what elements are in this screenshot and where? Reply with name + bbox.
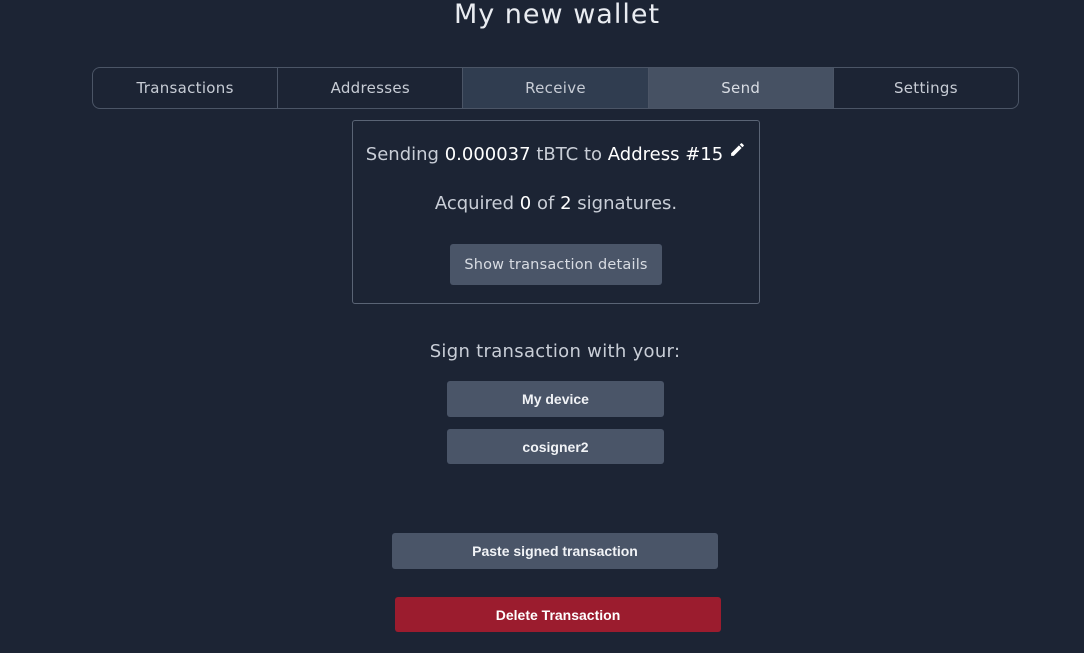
show-transaction-details-button[interactable]: Show transaction details (450, 244, 662, 285)
tab-receive[interactable]: Receive (463, 68, 649, 108)
delete-transaction-button[interactable]: Delete Transaction (395, 597, 721, 632)
tab-addresses[interactable]: Addresses (278, 68, 464, 108)
sending-summary: Sending 0.000037 tBTC to Address #15 (353, 141, 759, 165)
page-title: My new wallet (453, 0, 661, 30)
tab-settings[interactable]: Settings (834, 68, 1018, 108)
tab-transactions[interactable]: Transactions (93, 68, 279, 108)
sending-prefix: Sending (365, 144, 439, 165)
sign-with-label: Sign transaction with your: (429, 341, 681, 362)
amount-value: 0.000037 (444, 144, 531, 165)
acquired-count: 0 (519, 193, 532, 214)
signatures-word: signatures. (577, 193, 678, 214)
acquired-prefix: Acquired (434, 193, 515, 214)
required-count: 2 (560, 193, 572, 214)
signature-status: Acquired 0 of 2 signatures. (353, 193, 759, 214)
recipient-name: Address #15 (607, 144, 724, 165)
sign-my-device-button[interactable]: My device (447, 381, 664, 417)
currency-unit: tBTC (536, 144, 579, 165)
pencil-icon[interactable] (729, 141, 746, 163)
to-word: to (583, 144, 603, 165)
sign-cosigner2-button[interactable]: cosigner2 (447, 429, 664, 464)
tab-bar: Transactions Addresses Receive Send Sett… (92, 67, 1019, 109)
of-word: of (536, 193, 555, 214)
paste-signed-transaction-button[interactable]: Paste signed transaction (392, 533, 718, 569)
transaction-summary-card: Sending 0.000037 tBTC to Address #15 Acq… (352, 120, 760, 304)
tab-send[interactable]: Send (648, 68, 834, 108)
